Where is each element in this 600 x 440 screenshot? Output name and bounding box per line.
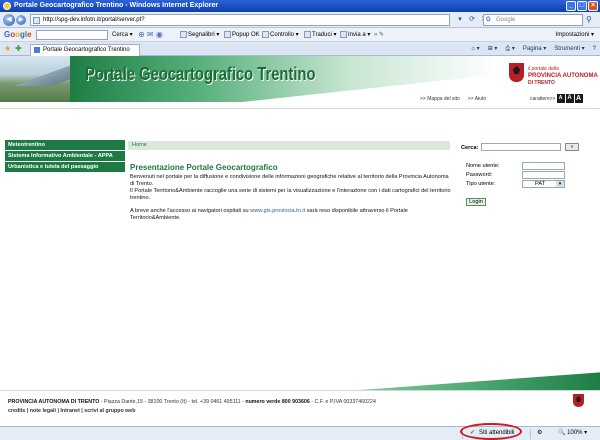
google-toolbar: Google Cerca ▾ ⊕ ✉ ◉ Segnalibri ▾ Popup … bbox=[0, 28, 600, 42]
text-size-small[interactable]: A bbox=[556, 94, 565, 103]
protected-mode-icon[interactable]: ⚙ bbox=[537, 427, 542, 440]
footer-links[interactable]: credits | note legali | Intranet | scriv… bbox=[8, 408, 135, 414]
user-type-select[interactable]: PAT ▾ bbox=[522, 180, 565, 188]
toolbar-more[interactable]: » ✎ bbox=[374, 28, 384, 42]
password-field[interactable] bbox=[522, 171, 565, 179]
url-text: http://spg-dev.infotn.it/portal/server.p… bbox=[43, 17, 145, 23]
zoom-control[interactable]: 🔍 100% ▾ bbox=[558, 427, 587, 440]
tab-page-icon bbox=[34, 47, 40, 53]
back-button[interactable]: ◀ bbox=[3, 14, 15, 26]
dropdown-icon[interactable]: ▾ bbox=[455, 15, 465, 25]
username-label: Nome utente: bbox=[466, 163, 500, 169]
site-search-input[interactable] bbox=[481, 143, 561, 151]
window-titlebar: Portale Geocartografico Trentino - Windo… bbox=[0, 0, 600, 12]
zoom-icon: 🔍 bbox=[558, 430, 566, 436]
access-paragraph: A breve anche l'accesso ai navigatori os… bbox=[130, 208, 408, 221]
favorites-star-icon[interactable]: ★ bbox=[4, 44, 11, 53]
nav-item-urbanistica[interactable]: Urbanistica e tutela del paesaggio bbox=[5, 162, 125, 172]
site-title: Portale Geocartografico Trentino bbox=[85, 64, 316, 84]
google-search-input[interactable] bbox=[36, 30, 108, 40]
close-icon[interactable]: × bbox=[588, 1, 598, 11]
province-name[interactable]: il portale della PROVINCIA AUTONOMA DI T… bbox=[528, 66, 598, 87]
forward-button[interactable]: ▶ bbox=[16, 15, 26, 25]
add-favorite-icon[interactable]: ✚ bbox=[15, 44, 22, 53]
cerca-button[interactable]: Cerca ▾ bbox=[112, 28, 133, 42]
province-coat-of-arms-icon[interactable] bbox=[509, 63, 524, 82]
browser-search-input[interactable]: G Google bbox=[483, 14, 583, 26]
intro-paragraph: Benvenuti nel portale per la diffusione … bbox=[130, 174, 451, 201]
refresh-icon[interactable]: ⟳ bbox=[467, 15, 477, 25]
nav-item-meteotrentino[interactable]: Meteotrentino bbox=[5, 140, 125, 150]
ie-icon bbox=[3, 2, 11, 10]
chevron-down-icon: ▾ bbox=[556, 181, 564, 187]
highlight-circle bbox=[460, 423, 522, 440]
footer-address: PROVINCIA AUTONOMA DI TRENTO - Piazza Da… bbox=[8, 399, 376, 405]
text-size-label: carattere>> bbox=[530, 95, 556, 102]
username-field[interactable] bbox=[522, 162, 565, 170]
maximize-icon[interactable]: □ bbox=[577, 1, 587, 11]
web-page: Portale Geocartografico Trentino il port… bbox=[0, 56, 600, 422]
command-bar: ⌂ ▾ ⊞ ▾ ⎙ ▾ Pagina ▾ Strumenti ▾ ? bbox=[471, 42, 596, 56]
page-body: Benvenuti nel portale per la diffusione … bbox=[130, 174, 452, 228]
google-logo: Google bbox=[4, 30, 32, 39]
url-input[interactable]: http://spg-dev.infotn.it/portal/server.p… bbox=[30, 14, 450, 26]
nav-item-appa[interactable]: Sistema Informativo Ambientale - APPA bbox=[5, 151, 125, 161]
invia-button[interactable]: Invia a ▾ bbox=[340, 28, 370, 42]
popup-button[interactable]: Popup OK bbox=[224, 28, 260, 42]
tab-row: ★ ✚ Portale Geocartografico Trentino ⌂ ▾… bbox=[0, 42, 600, 56]
breadcrumb-home[interactable]: Home bbox=[132, 142, 147, 148]
user-type-value: PAT bbox=[535, 181, 546, 187]
minimize-icon[interactable]: _ bbox=[566, 1, 576, 11]
footer-swoosh bbox=[0, 372, 600, 390]
google-g-icon: G bbox=[486, 17, 491, 23]
tab-active[interactable]: Portale Geocartografico Trentino bbox=[30, 44, 140, 56]
impostazioni-button[interactable]: Impostazioni ▾ bbox=[556, 28, 594, 42]
translate-icon bbox=[304, 30, 311, 38]
page-icon bbox=[33, 17, 40, 24]
address-bar: ◀ ▶ http://spg-dev.infotn.it/portal/serv… bbox=[0, 12, 600, 28]
traduci-button[interactable]: Traduci ▾ bbox=[304, 28, 336, 42]
password-label: Password: bbox=[466, 172, 493, 178]
user-type-label: Tipo utente: bbox=[466, 181, 496, 187]
login-button[interactable]: Login bbox=[466, 198, 486, 206]
site-search-label: Cerca: bbox=[461, 145, 479, 151]
help-icon[interactable]: ? bbox=[593, 42, 596, 56]
left-navigation: Meteotrentino Sistema Informativo Ambien… bbox=[5, 140, 125, 173]
print-icon[interactable]: ⎙ ▾ bbox=[505, 42, 514, 56]
send-icon bbox=[340, 30, 347, 38]
star-icon bbox=[180, 30, 187, 38]
strumenti-menu[interactable]: Strumenti ▾ bbox=[554, 42, 584, 56]
help-link[interactable]: >> Aiuto bbox=[468, 96, 486, 102]
sitemap-link[interactable]: >> Mappa del sito bbox=[420, 96, 460, 102]
breadcrumb: Home bbox=[128, 141, 450, 150]
site-search-button[interactable]: » bbox=[565, 143, 579, 151]
toolbar-icons[interactable]: ⊕ ✉ ◉ bbox=[138, 28, 163, 42]
segnalibri-button[interactable]: Segnalibri ▾ bbox=[180, 28, 219, 42]
text-size-large[interactable]: A bbox=[574, 94, 583, 103]
site-banner: Portale Geocartografico Trentino il port… bbox=[0, 56, 600, 108]
gis-link[interactable]: www.gis.provincia.tn.it bbox=[250, 208, 305, 214]
home-icon[interactable]: ⌂ ▾ bbox=[471, 42, 479, 56]
top-links: >> Mappa del sito >> Aiuto bbox=[420, 96, 486, 102]
controllo-button[interactable]: Controllo ▾ bbox=[262, 28, 299, 42]
pagina-menu[interactable]: Pagina ▾ bbox=[523, 42, 546, 56]
footer-coat-of-arms-icon bbox=[573, 394, 584, 407]
search-icon[interactable]: ⚲ bbox=[586, 15, 592, 24]
text-size-medium[interactable]: A bbox=[565, 94, 574, 103]
page-title: Presentazione Portale Geocartografico bbox=[130, 163, 278, 172]
check-icon bbox=[262, 30, 269, 38]
browser-search-placeholder: Google bbox=[496, 17, 516, 23]
popup-icon bbox=[224, 30, 231, 38]
window-controls: _ □ × bbox=[566, 1, 598, 11]
window-title: Portale Geocartografico Trentino - Windo… bbox=[14, 2, 219, 9]
tab-label: Portale Geocartografico Trentino bbox=[43, 47, 130, 53]
footer-rule bbox=[0, 390, 600, 391]
feeds-icon[interactable]: ⊞ ▾ bbox=[488, 42, 498, 56]
header-separator bbox=[0, 108, 600, 134]
text-size-control: carattere>> A A A bbox=[530, 94, 583, 103]
